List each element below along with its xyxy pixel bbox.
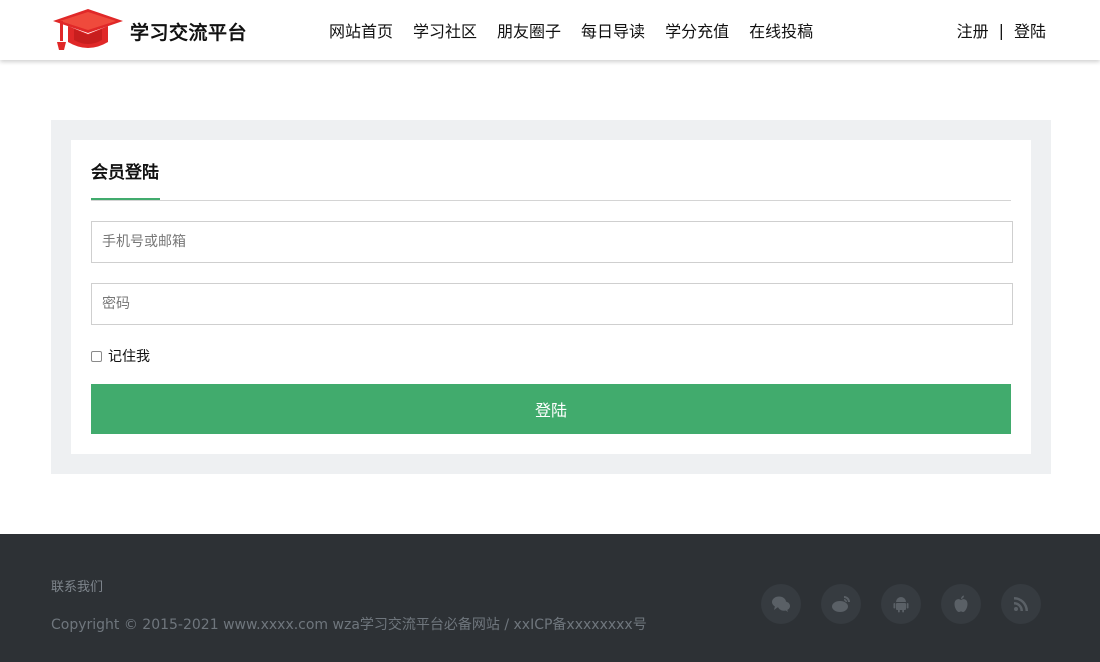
logo-text: 学习交流平台 <box>130 21 248 44</box>
nav-item-submit-article[interactable]: 在线投稿 <box>749 18 813 42</box>
nav-item-home[interactable]: 网站首页 <box>329 18 393 42</box>
contact-us-link[interactable]: 联系我们 <box>51 576 103 595</box>
login-title: 会员登陆 <box>91 158 160 200</box>
auth-links: 注册 | 登陆 <box>957 0 1046 60</box>
auth-separator: | <box>998 20 1004 40</box>
weibo-icon[interactable] <box>821 584 861 624</box>
nav-item-credit-recharge[interactable]: 学分充值 <box>665 18 729 42</box>
account-input[interactable] <box>91 221 1013 263</box>
nav-item-community[interactable]: 学习社区 <box>413 18 477 42</box>
wechat-icon[interactable] <box>761 584 801 624</box>
login-card: 会员登陆 记住我 登陆 <box>71 140 1031 454</box>
copyright-text: Copyright © 2015-2021 www.xxxx.com wza学习… <box>51 617 647 633</box>
login-panel: 会员登陆 记住我 登陆 <box>51 120 1051 474</box>
password-input[interactable] <box>91 283 1013 325</box>
login-title-row: 会员登陆 <box>91 158 1011 201</box>
register-link[interactable]: 注册 <box>957 18 989 42</box>
social-links <box>761 584 1061 624</box>
apple-icon[interactable] <box>941 584 981 624</box>
login-link[interactable]: 登陆 <box>1014 18 1046 42</box>
site-logo[interactable]: 学习交流平台 <box>52 8 247 54</box>
nav-item-daily-reading[interactable]: 每日导读 <box>581 18 645 42</box>
login-submit-button[interactable]: 登陆 <box>91 384 1011 434</box>
graduation-cap-icon <box>53 9 123 50</box>
main-nav: 网站首页 学习社区 朋友圈子 每日导读 学分充值 在线投稿 <box>329 0 833 60</box>
site-footer: 联系我们 Copyright © 2015-2021 www.xxxx.com … <box>0 534 1100 662</box>
nav-item-friends[interactable]: 朋友圈子 <box>497 18 561 42</box>
remember-me-checkbox[interactable] <box>91 350 102 362</box>
site-header: 学习交流平台 网站首页 学习社区 朋友圈子 每日导读 学分充值 在线投稿 注册 … <box>0 0 1100 60</box>
remember-me: 记住我 <box>91 346 150 366</box>
remember-me-label[interactable]: 记住我 <box>108 346 150 366</box>
android-icon[interactable] <box>881 584 921 624</box>
rss-icon[interactable] <box>1001 584 1041 624</box>
